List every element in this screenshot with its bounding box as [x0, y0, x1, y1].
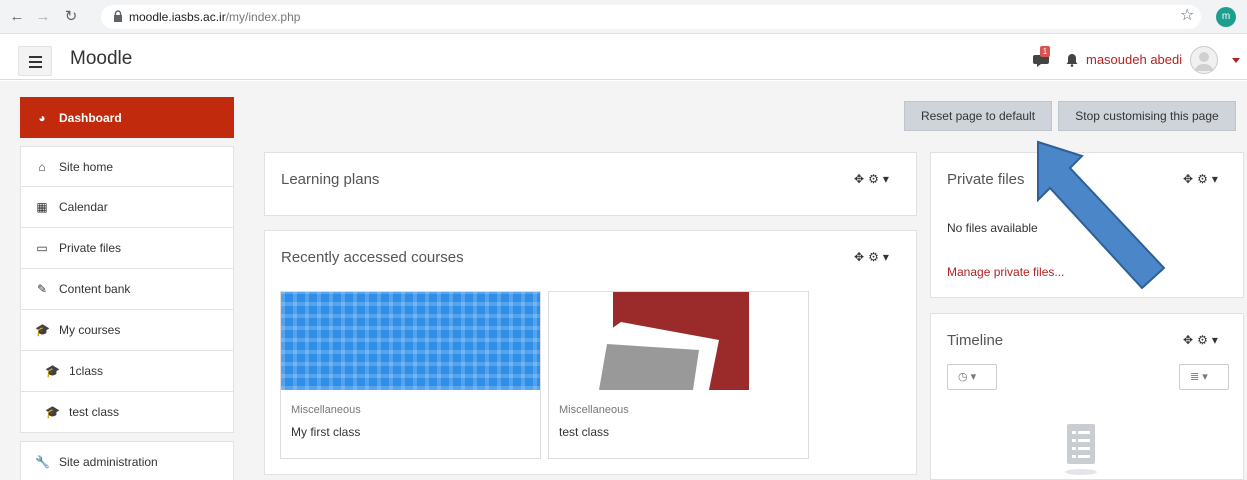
gear-icon[interactable]: ⚙	[868, 250, 879, 264]
learning-plans-block: Learning plans ✥ ⚙ ▾	[264, 152, 917, 216]
block-title: Learning plans	[281, 171, 380, 188]
sidebar-item-site-administration[interactable]: 🔧 Site administration	[20, 441, 234, 480]
sidebar-item-course-1class[interactable]: 🎓 1class	[20, 351, 234, 392]
user-name[interactable]: masoudeh abedi	[1086, 52, 1182, 67]
browser-toolbar: ← → ↻ moodle.iasbs.ac.ir/my/index.php ☆ …	[0, 0, 1247, 34]
message-count-badge: 1	[1040, 46, 1050, 57]
move-icon[interactable]: ✥	[854, 250, 864, 264]
block-controls: ✥ ⚙ ▾	[850, 250, 889, 264]
chevron-down-icon[interactable]: ▾	[1212, 172, 1218, 186]
sidebar-item-course-test-class[interactable]: 🎓 test class	[20, 392, 234, 433]
move-icon[interactable]: ✥	[1183, 172, 1193, 186]
sidebar-item-private-files[interactable]: ▭ Private files	[20, 228, 234, 269]
sidebar-item-calendar[interactable]: ▦ Calendar	[20, 187, 234, 228]
hamburger-icon	[29, 56, 42, 58]
sidebar-item-label: Calendar	[59, 200, 108, 214]
block-controls: ✥ ⚙ ▾	[850, 172, 889, 186]
sidebar-item-my-courses[interactable]: 🎓 My courses	[20, 310, 234, 351]
forward-icon[interactable]: →	[32, 6, 54, 28]
gear-icon[interactable]: ⚙	[1197, 172, 1208, 186]
site-name[interactable]: Moodle	[70, 48, 132, 70]
clock-icon: ◷	[958, 371, 968, 383]
lock-icon	[114, 10, 122, 22]
bookmark-star-icon[interactable]: ☆	[1180, 5, 1194, 25]
move-icon[interactable]: ✥	[1183, 333, 1193, 347]
graduation-cap-icon: 🎓	[45, 364, 60, 378]
reload-icon[interactable]: ↻	[60, 6, 82, 28]
block-title: Timeline	[947, 332, 1004, 349]
graduation-cap-icon: 🎓	[45, 405, 60, 419]
course-card[interactable]: Miscellaneous test class	[548, 291, 809, 459]
sidebar-item-label: Private files	[59, 241, 122, 255]
notification-bell-icon[interactable]	[1066, 53, 1078, 67]
course-image-pattern	[281, 292, 540, 390]
hamburger-icon-bar	[29, 61, 42, 63]
timeline-sort-filter[interactable]: ≣ ▾	[1179, 364, 1229, 390]
move-icon[interactable]: ✥	[854, 172, 864, 186]
user-avatar[interactable]	[1190, 46, 1218, 74]
course-image-abstract	[549, 292, 808, 390]
graduation-cap-icon: 🎓	[35, 323, 50, 337]
user-menu-caret-icon[interactable]	[1232, 58, 1240, 63]
back-icon[interactable]: ←	[6, 6, 28, 28]
gear-icon[interactable]: ⚙	[868, 172, 879, 186]
sidebar-item-label: test class	[69, 405, 120, 419]
url-path: /my/index.php	[225, 10, 301, 24]
sidebar-item-label: Site administration	[59, 455, 158, 469]
sort-icon: ≣	[1190, 371, 1200, 383]
address-bar[interactable]: moodle.iasbs.ac.ir/my/index.php	[101, 5, 1201, 29]
reset-page-button[interactable]: Reset page to default	[904, 101, 1052, 131]
block-controls: ✥ ⚙ ▾	[1179, 333, 1218, 347]
chevron-down-icon[interactable]: ▾	[1212, 333, 1218, 347]
empty-timeline-icon	[1065, 424, 1097, 475]
sidebar-item-label: My courses	[59, 323, 121, 337]
course-category: Miscellaneous	[291, 404, 361, 416]
course-card[interactable]: Miscellaneous My first class	[280, 291, 541, 459]
calendar-icon: ▦	[36, 200, 48, 214]
url-text: moodle.iasbs.ac.ir/my/index.php	[129, 10, 300, 24]
file-icon: ▭	[36, 241, 48, 255]
sidebar-item-label: Site home	[59, 160, 114, 174]
sidebar-item-content-bank[interactable]: ✎ Content bank	[20, 269, 234, 310]
sidebar-item-site-home[interactable]: ⌂ Site home	[20, 146, 234, 187]
url-domain: moodle.iasbs.ac.ir	[129, 10, 226, 24]
annotation-arrow-icon	[1037, 140, 1166, 290]
sidebar-item-label: Dashboard	[59, 111, 122, 125]
chevron-down-icon: ▾	[970, 371, 977, 383]
sidebar-item-label: 1class	[69, 364, 104, 378]
timeline-date-filter[interactable]: ◷ ▾	[947, 364, 997, 390]
brush-icon: ✎	[36, 282, 48, 296]
gear-icon[interactable]: ⚙	[1197, 333, 1208, 347]
course-name[interactable]: test class	[559, 425, 609, 439]
chevron-down-icon: ▾	[1202, 371, 1208, 383]
browser-profile-avatar[interactable]: m	[1216, 7, 1236, 27]
wrench-icon: 🔧	[35, 455, 50, 469]
course-name[interactable]: My first class	[291, 425, 360, 439]
chevron-down-icon[interactable]: ▾	[883, 250, 889, 264]
nav-drawer: ◕ Dashboard ⌂ Site home ▦ Calendar ▭ Pri…	[20, 97, 234, 480]
block-title: Private files	[947, 171, 1025, 188]
course-category: Miscellaneous	[559, 404, 629, 416]
sidebar-item-dashboard[interactable]: ◕ Dashboard	[20, 97, 234, 138]
course-image-graphic	[594, 292, 749, 390]
home-icon: ⌂	[38, 160, 46, 174]
menu-toggle-button[interactable]	[18, 46, 52, 76]
timeline-block: Timeline ✥ ⚙ ▾ ◷ ▾ ≣ ▾	[930, 313, 1244, 480]
user-silhouette-icon	[1195, 52, 1213, 71]
dashboard-icon: ◕	[38, 111, 46, 125]
moodle-navbar: Moodle 1 masoudeh abedi	[0, 40, 1247, 80]
block-title: Recently accessed courses	[281, 249, 464, 266]
block-controls: ✥ ⚙ ▾	[1179, 172, 1218, 186]
hamburger-icon-bar	[29, 66, 42, 68]
stop-customising-button[interactable]: Stop customising this page	[1058, 101, 1236, 131]
sidebar-item-label: Content bank	[59, 282, 131, 296]
chevron-down-icon[interactable]: ▾	[883, 172, 889, 186]
